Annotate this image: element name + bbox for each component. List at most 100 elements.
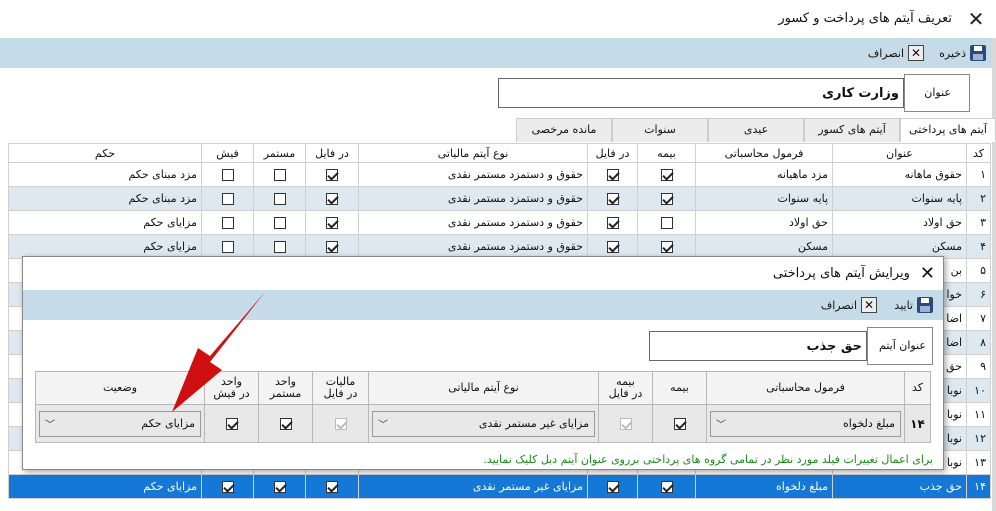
cell-in-file (587, 186, 638, 211)
header-tax-type[interactable]: نوع آیتم مالیاتی (358, 143, 588, 163)
close-icon[interactable]: ✕ (966, 9, 986, 29)
cell-in-file (587, 234, 638, 259)
tab-payments[interactable]: آیتم های پرداختی (900, 118, 996, 142)
cell-decree: مزایای حکم (8, 234, 202, 259)
cell-code: ۱۲ (966, 426, 991, 451)
header-decree[interactable]: حکم (8, 143, 202, 163)
in-file-checkbox[interactable] (606, 241, 619, 253)
continuous-checkbox[interactable] (273, 241, 286, 253)
cell-insurance (637, 186, 696, 211)
main-toolbar: ذخیره ✕ انصراف (0, 38, 994, 68)
cancel-button[interactable]: ✕ انصراف (868, 44, 924, 62)
cell-tax-in-file (305, 474, 359, 499)
cell-title: پایه سنوات (832, 186, 967, 211)
tax-in-file-checkbox[interactable] (326, 241, 338, 253)
header-slip[interactable]: فیش (201, 143, 254, 163)
cell-insurance (637, 210, 696, 235)
table-row[interactable]: ۴ مسکن مسکن حقوق و دستمزد مستمر نقدی مزایای … (8, 234, 991, 259)
slip-checkbox[interactable] (221, 241, 234, 253)
insurance-checkbox[interactable] (660, 481, 673, 493)
formula-dropdown[interactable]: مبلغ دلخواه ﹀ (710, 410, 901, 437)
continuous-checkbox[interactable] (273, 481, 286, 493)
cell-decree: مزد مبنای حکم (8, 162, 202, 187)
dlg-header-tax-type: نوع آیتم مالیاتی (368, 371, 599, 405)
save-icon (970, 45, 986, 61)
insurance-checkbox[interactable] (660, 169, 673, 181)
tab-deductions[interactable]: آیتم های کسور (804, 118, 900, 142)
continuous-checkbox[interactable] (279, 418, 292, 430)
chevron-down-icon: ﹀ (378, 420, 388, 431)
item-title-input[interactable]: حق جذب (649, 331, 867, 361)
header-in-file[interactable]: در فایل (587, 143, 638, 163)
dialog-cancel-button[interactable]: ✕ انصراف (821, 296, 877, 314)
help-note: برای اعمال تغییرات فیلد مورد نظر در تمام… (483, 453, 933, 466)
header-title[interactable]: عنوان (832, 143, 967, 163)
cell-code: ۹ (966, 354, 991, 379)
slip-checkbox[interactable] (221, 481, 234, 493)
continuous-checkbox[interactable] (273, 217, 286, 229)
cell-code: ۱۴ (966, 474, 991, 499)
tax-type-dropdown[interactable]: مزایای غیر مستمر نقدی ﹀ (372, 410, 595, 437)
header-code[interactable]: کد (966, 143, 991, 163)
tab-sanavat[interactable]: سنوات (612, 118, 708, 142)
table-row[interactable]: ۲ پایه سنوات پایه سنوات حقوق و دستمزد مستمر… (8, 186, 991, 211)
cell-continuous (253, 474, 306, 499)
table-row[interactable]: ۱ حقوق ماهانه مزد ماهیانه حقوق و دستمزد مست… (8, 162, 991, 187)
cell-continuous (253, 186, 306, 211)
continuous-checkbox[interactable] (273, 193, 286, 205)
dialog-close-icon[interactable]: ✕ (920, 263, 935, 284)
save-button[interactable]: ذخیره (939, 44, 986, 62)
tax-in-file-checkbox (334, 418, 347, 430)
cell-tax-type: حقوق و دستمزد مستمر نقدی (358, 234, 588, 259)
vertical-scrollbar[interactable] (992, 38, 996, 511)
header-continuous[interactable]: مستمر (253, 143, 306, 163)
continuous-checkbox[interactable] (273, 169, 286, 181)
save-icon (917, 297, 933, 313)
in-file-checkbox[interactable] (606, 193, 619, 205)
cell-title: حقوق ماهانه (832, 162, 967, 187)
in-file-checkbox[interactable] (606, 169, 619, 181)
cell-insurance (637, 234, 696, 259)
tax-in-file-checkbox[interactable] (326, 217, 338, 229)
slip-checkbox[interactable] (221, 169, 234, 181)
cell-continuous (253, 162, 306, 187)
cell-code: ۳ (966, 210, 991, 235)
cell-code: ۵ (966, 258, 991, 283)
header-insurance[interactable]: بیمه (637, 143, 696, 163)
tax-in-file-checkbox[interactable] (326, 481, 338, 493)
dlg-header-formula: فرمول محاسباتی (706, 371, 905, 405)
in-file-checkbox[interactable] (606, 481, 619, 493)
cell-tax-type: مزایای غیر مستمر نقدی (358, 474, 588, 499)
title-input[interactable]: وزارت کاری (498, 78, 904, 108)
header-formula[interactable]: فرمول محاسباتی (695, 143, 833, 163)
insurance-checkbox[interactable] (660, 241, 673, 253)
insurance-checkbox[interactable] (660, 217, 673, 229)
tab-eidi[interactable]: عیدی (708, 118, 804, 142)
dlg-code-cell: ۱۴ (904, 404, 931, 443)
insurance-checkbox[interactable] (660, 193, 673, 205)
table-row[interactable]: ۱۴ حق جذب مبلغ دلخواه مزایای غیر مستمر نقدی… (8, 474, 991, 499)
dlg-header-tax-in-file: مالیات در فایل (312, 371, 369, 405)
in-file-checkbox[interactable] (606, 217, 619, 229)
cell-title: مسکن (832, 234, 967, 259)
header-tax-in-file[interactable]: در فایل (305, 143, 359, 163)
slip-checkbox[interactable] (221, 193, 234, 205)
cancel-icon: ✕ (908, 45, 924, 61)
cell-formula: مزد ماهیانه (695, 162, 833, 187)
tab-leave-balance[interactable]: مانده مرخصی (516, 118, 612, 142)
insurance-checkbox[interactable] (673, 418, 686, 430)
cell-formula: مبلغ دلخواه (695, 474, 833, 499)
tax-in-file-checkbox[interactable] (326, 193, 338, 205)
slip-checkbox[interactable] (221, 217, 234, 229)
tax-in-file-checkbox[interactable] (326, 169, 338, 181)
cell-code: ۲ (966, 186, 991, 211)
cell-decree: مزایای حکم (8, 474, 202, 499)
cell-formula: مسکن (695, 234, 833, 259)
window-titlebar: ✕ تعریف آیتم های پرداخت و کسور (0, 0, 996, 38)
table-row[interactable]: ۳ حق اولاد حق اولاد حقوق و دستمزد مستمر نقد… (8, 210, 991, 235)
table-header-row: کد عنوان فرمول محاسباتی بیمه در فایل نوع… (8, 143, 991, 163)
cell-code: ۱۱ (966, 402, 991, 427)
confirm-button[interactable]: تایید (894, 296, 933, 314)
cancel-icon: ✕ (861, 297, 877, 313)
cell-slip (201, 234, 254, 259)
